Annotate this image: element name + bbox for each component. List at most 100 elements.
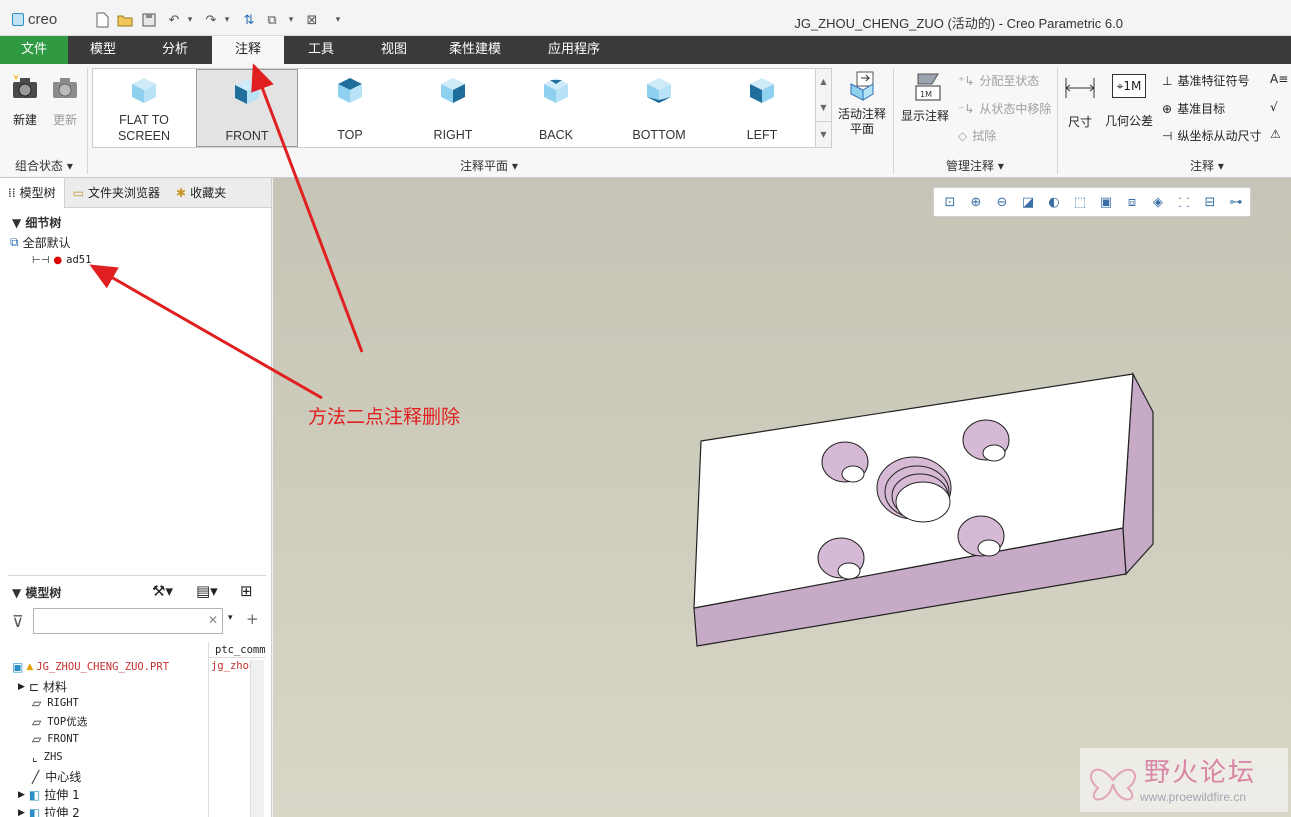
gallery-expand-icon[interactable]: ▼: [816, 121, 831, 147]
tab-model[interactable]: 模型: [68, 36, 138, 64]
surface-finish-icon: √: [1270, 100, 1278, 114]
list-item[interactable]: ▶ ⊏ 材料: [18, 678, 67, 695]
customize-toolbar-icon[interactable]: ▾: [330, 12, 346, 28]
surface-finish-button[interactable]: √: [1270, 100, 1278, 114]
tree-settings-icon[interactable]: ⚒▾: [152, 582, 173, 600]
tab-view[interactable]: 视图: [358, 36, 430, 64]
tab-annotate[interactable]: 注释: [212, 36, 284, 64]
detail-tree-root[interactable]: ⧉ 全部默认: [10, 234, 71, 251]
column-settings-icon[interactable]: ⊞: [240, 582, 253, 600]
part-model[interactable]: [273, 178, 1291, 817]
left-panel: ⁞⁞ 模型树 ▭ 文件夹浏览器 ✱ 收藏夹 ▼ 细节树 ⧉ 全部默认 ⊢⊣ ● ad5…: [0, 178, 272, 817]
remove-state-icon: ⁻↳: [958, 101, 975, 116]
undo-dropdown-icon[interactable]: ▾: [182, 12, 198, 28]
tab-file[interactable]: 文件: [0, 36, 68, 64]
tab-analysis[interactable]: 分析: [138, 36, 212, 64]
search-input[interactable]: ✕: [33, 608, 223, 634]
clear-search-icon[interactable]: ✕: [208, 613, 218, 627]
note-button[interactable]: A≡: [1270, 72, 1288, 86]
plane-right[interactable]: RIGHT: [402, 69, 504, 147]
assign-to-state-button[interactable]: ⁺↳ 分配至状态: [958, 72, 1039, 89]
tab-flexible-modeling[interactable]: 柔性建模: [430, 36, 520, 64]
dimension-label: 尺寸: [1067, 115, 1092, 129]
windows-dropdown-icon[interactable]: ▾: [283, 12, 299, 28]
favorites-icon: ✱: [176, 186, 187, 200]
model-tree-root[interactable]: ▣ ▲ JG_ZHOU_CHENG_ZUO.PRT: [12, 660, 169, 674]
plane-front[interactable]: FRONT: [196, 69, 298, 147]
update-state-button[interactable]: 更新: [49, 72, 81, 128]
redo-dropdown-icon[interactable]: ▾: [219, 12, 235, 28]
list-item[interactable]: ▱ FRONT: [32, 732, 79, 746]
expand-icon: ▶: [18, 681, 25, 692]
combo-state-group-label[interactable]: 组合状态 ▾: [15, 157, 73, 174]
plane-bottom[interactable]: BOTTOM: [608, 69, 710, 147]
tab-model-tree[interactable]: ⁞⁞ 模型树: [0, 178, 65, 208]
plane-left[interactable]: LEFT: [711, 69, 813, 147]
plane-top[interactable]: TOP: [299, 69, 401, 147]
redo-icon[interactable]: ↷: [203, 12, 219, 28]
open-folder-icon[interactable]: [117, 12, 133, 28]
geometric-tolerance-button[interactable]: ⌖1M 几何公差: [1102, 72, 1156, 129]
plane-label: LEFT: [746, 128, 778, 142]
svg-text:1M: 1M: [920, 90, 932, 99]
datum-feature-symbol-button[interactable]: ⊥ 基准特征符号: [1162, 72, 1249, 89]
filter-icon[interactable]: ⊽: [12, 612, 24, 631]
tab-folder-browser[interactable]: ▭ 文件夹浏览器: [65, 178, 168, 208]
title-bar: creo ↶ ▾ ↷ ▾ ⇅ ⧉ ▾ ⊠ ▾ JG_ZHOU_CHENG_ZUO…: [0, 0, 1291, 36]
datum-target-button[interactable]: ⊕ 基准目标: [1162, 100, 1225, 117]
graphics-viewport[interactable]: ⊡ ⊕ ⊖ ◪ ◐ ⬚ ▣ ⧈ ◈ ⸬ ⊟ ⊶: [273, 178, 1291, 817]
folder-icon: ▭: [72, 186, 84, 200]
erase-button[interactable]: ◇ 拭除: [958, 127, 996, 144]
list-item[interactable]: ⌞ ZHS: [32, 750, 63, 764]
watermark: 野火论坛 www.proewildfire.cn: [1080, 748, 1288, 812]
search-dropdown-icon[interactable]: ▾: [228, 613, 233, 623]
active-annotation-plane-button[interactable]: 活动注释 平面: [836, 70, 888, 137]
list-item[interactable]: ╱ 中心线: [32, 768, 81, 785]
new-file-icon[interactable]: [94, 12, 110, 28]
plane-back[interactable]: BACK: [505, 69, 607, 147]
tab-tools[interactable]: 工具: [284, 36, 358, 64]
detail-tree-header[interactable]: ▼ 细节树: [12, 214, 61, 231]
dimension-small-icon: ⊢⊣: [32, 254, 50, 266]
list-item[interactable]: ▱ TOP优选: [32, 714, 87, 729]
gallery-scroll-down-icon[interactable]: ▼: [816, 95, 831, 121]
annotation-plane-group-label[interactable]: 注释平面 ▾: [460, 157, 518, 174]
remove-from-state-button[interactable]: ⁻↳ 从状态中移除: [958, 100, 1051, 117]
warning-dot-icon: ●: [53, 254, 63, 266]
list-item[interactable]: ▶ ◧ 拉伸 1: [18, 786, 80, 803]
gallery-scroll-up-icon[interactable]: ▲: [816, 69, 831, 95]
counterbore-hole: [821, 441, 869, 483]
annotation-group-label[interactable]: 注释 ▾: [1190, 157, 1224, 174]
manage-annotations-group-label[interactable]: 管理注释 ▾: [946, 157, 1004, 174]
show-options-icon[interactable]: ▤▾: [196, 582, 218, 600]
update-state-label: 更新: [52, 113, 77, 127]
symbol-button[interactable]: ⚠: [1270, 127, 1281, 141]
tree-scrollbar[interactable]: [250, 660, 264, 817]
add-filter-icon[interactable]: +: [246, 610, 259, 628]
close-window-icon[interactable]: ⊠: [304, 12, 320, 28]
show-annotations-icon: 1M: [915, 73, 941, 101]
model-tree-header[interactable]: ▼ 模型树: [12, 584, 61, 601]
ordinate-icon: ⊣: [1162, 128, 1173, 143]
show-annotations-button[interactable]: 1M 显示注释: [898, 70, 952, 124]
tab-applications[interactable]: 应用程序: [520, 36, 628, 64]
cube-top-icon: [338, 78, 362, 103]
regenerate-icon[interactable]: ⇅: [241, 12, 257, 28]
datum-plane-icon: ▱: [32, 696, 42, 710]
windows-icon[interactable]: ⧉: [264, 12, 280, 28]
gallery-scrollbar[interactable]: ▲ ▼ ▼: [815, 69, 831, 147]
undo-icon[interactable]: ↶: [166, 12, 182, 28]
new-state-button[interactable]: 新建: [8, 72, 42, 128]
column-header[interactable]: ptc_commo: [209, 642, 266, 658]
list-item[interactable]: ▱ RIGHT: [32, 696, 79, 710]
ordinate-dimension-button[interactable]: ⊣ 纵坐标从动尺寸: [1162, 127, 1261, 144]
expand-icon: ▶: [18, 789, 25, 800]
dimension-button[interactable]: 尺寸: [1062, 72, 1098, 130]
tab-favorites[interactable]: ✱ 收藏夹: [168, 178, 234, 208]
detail-tree-item[interactable]: ⊢⊣ ● ad51: [32, 254, 91, 266]
list-item[interactable]: ▶ ◧ 拉伸 2: [18, 804, 80, 817]
splitter[interactable]: [8, 575, 266, 576]
save-icon[interactable]: [141, 12, 157, 28]
plane-label: BACK: [538, 128, 574, 142]
plane-flat-to-screen[interactable]: FLAT TO SCREEN: [93, 69, 195, 147]
